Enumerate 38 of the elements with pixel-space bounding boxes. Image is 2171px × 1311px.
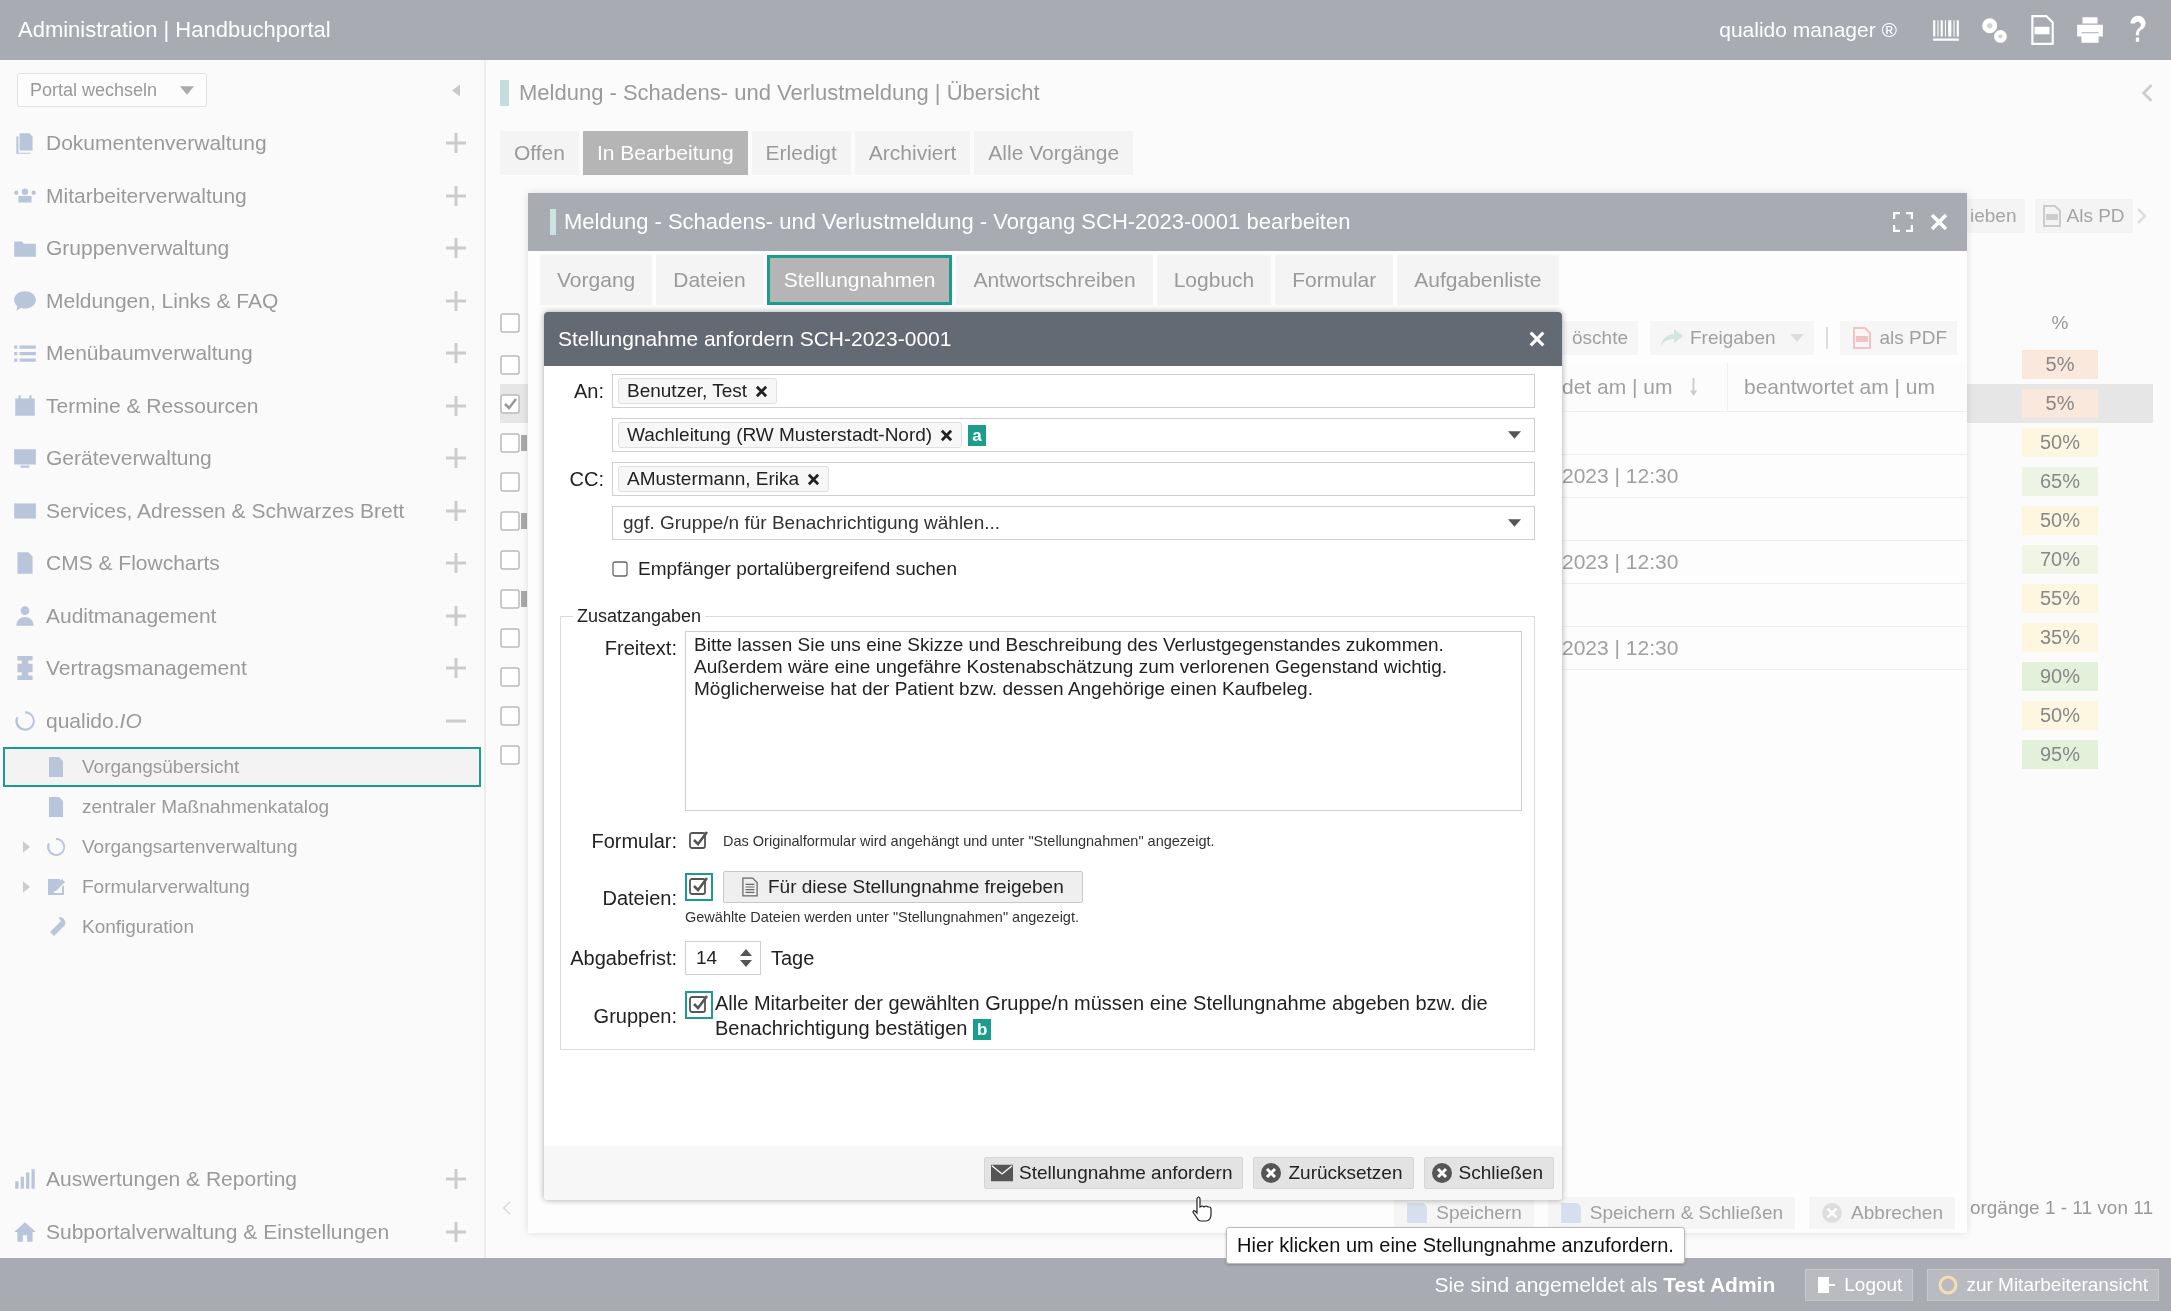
table-cell: 2023 | 12:30 [1562,636,1679,660]
field-label: CC: [568,467,605,491]
field-label: Gruppen: [592,1004,677,1028]
percent-badge: 50% [2022,428,2098,457]
hint-text: Das Originalformular wird angehängt und unter "Stellungnahmen" angezeigt. [723,833,1215,849]
percent-badge: 35% [2022,623,2098,652]
field-label: An: [572,379,605,403]
dialog-title: Stellungnahme anfordern SCH-2023-0001 [558,327,953,351]
percent-badge: 50% [2022,701,2098,730]
checkbox-label: Empfänger portalübergreifend suchen [638,558,957,580]
annotation-marker: a [968,424,986,446]
hint-text: Gewählte Dateien werden unter "Stellungnahmen" angezeigt. [685,909,1080,925]
field-label: Formular: [590,829,677,853]
unit-label: Tage [771,946,815,970]
percent-badge: 70% [2022,545,2098,574]
field-label: Dateien: [601,886,677,910]
section-title: Zusatzangaben [576,606,703,627]
table-cell: 2023 | 12:30 [1562,550,1679,574]
percent-badge: 50% [2022,506,2098,535]
tooltip: Hier klicken um eine Stellungnahme anzufordern. [1226,1227,1685,1264]
percent-badge: 65% [2022,467,2098,496]
field-label: Freitext: [603,636,677,660]
column-header: % [2050,312,2070,334]
annotation-marker: b [972,1019,992,1040]
table-cell: 2023 | 12:30 [1562,464,1679,488]
percent-badge: 90% [2022,662,2098,691]
percent-badge: 5% [2022,350,2098,379]
dialog-title: Meldung - Schadens- und Verlustmeldung - Vorgang SCH-2023-0001 bearbeiten [550,209,1877,235]
percent-badge: 5% [2022,389,2098,418]
field-label: Abgabefrist: [569,946,677,970]
product-name: qualido manager ® [1719,18,1897,42]
pagination-text: orgänge 1 - 11 von 11 [1969,1197,2153,1219]
percent-badge: 55% [2022,584,2098,613]
login-status: Sie sind angemeldet als Test Admin [1434,1272,1776,1297]
page-title: Meldung - Schadens- und Verlustmeldung | Übersicht [519,80,1041,106]
app-title: Administration | Handbuchportal [18,17,332,43]
checkbox-label: Alle Mitarbeiter der gewählten Gruppe/n müssen eine Stellungnahme abgeben bzw. die Benachrichtigung bestätigen b [715,991,1489,1041]
percent-badge: 95% [2022,740,2098,769]
